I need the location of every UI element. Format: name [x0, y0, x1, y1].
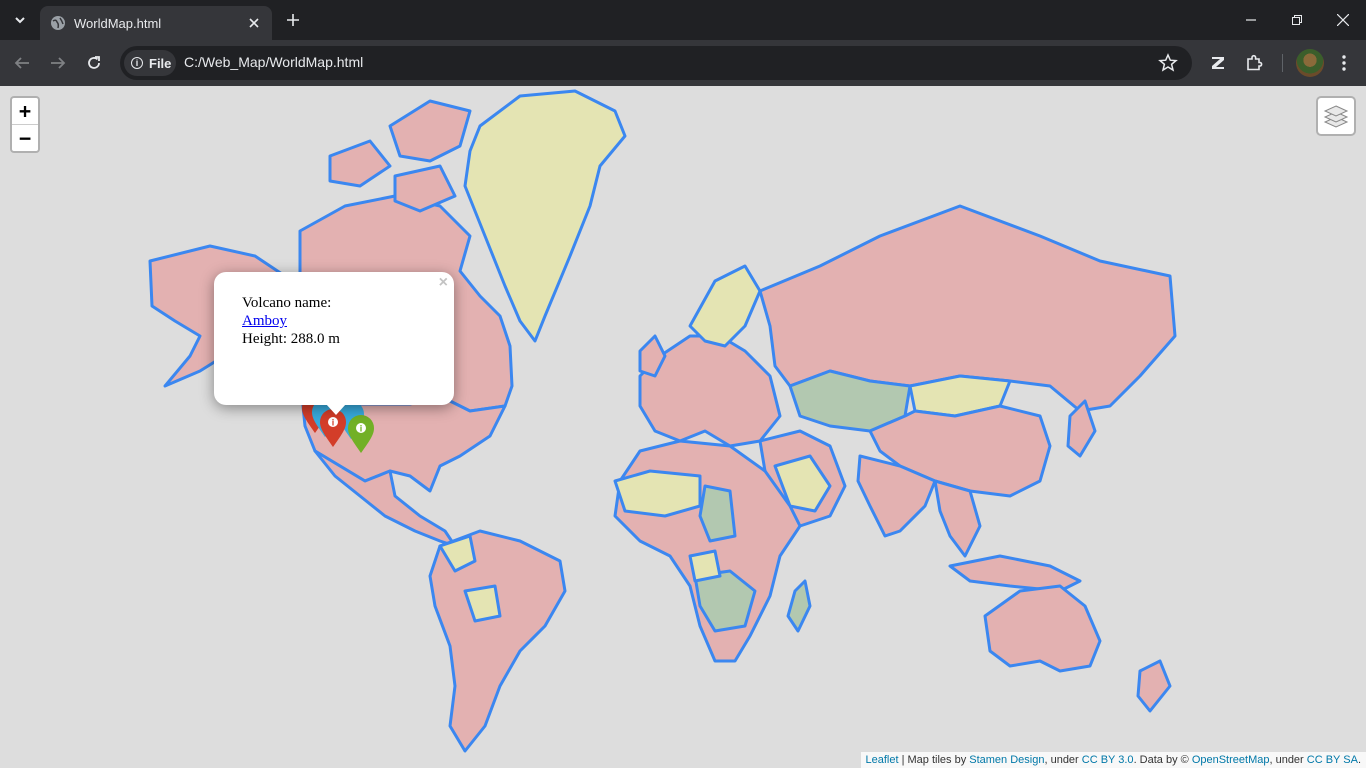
svg-text:i: i: [360, 424, 363, 434]
site-info-chip[interactable]: i File: [124, 50, 176, 76]
map-marker-icon: i: [348, 415, 374, 453]
site-info-label: File: [149, 55, 172, 71]
kebab-menu-icon: [1342, 55, 1346, 71]
close-window-button[interactable]: [1320, 0, 1366, 40]
chevron-down-icon: [15, 17, 25, 24]
volcano-marker[interactable]: i: [346, 414, 376, 454]
attribution-text: | Map tiles by: [898, 754, 970, 766]
address-bar[interactable]: i File C:/Web_Map/WorldMap.html: [120, 46, 1192, 80]
globe-icon: [51, 16, 65, 30]
madagascar-region: [786, 579, 812, 633]
popup-label: Volcano name:: [242, 295, 332, 311]
cc-by-sa-link[interactable]: CC BY SA: [1307, 754, 1358, 766]
minimize-icon: [1246, 19, 1256, 21]
close-icon: [249, 18, 259, 28]
arctic-islands-region-2: [328, 139, 392, 188]
svg-text:i: i: [332, 418, 335, 428]
tab-close-button[interactable]: [244, 13, 264, 33]
new-tab-button[interactable]: [282, 9, 304, 31]
info-icon: i: [131, 57, 143, 69]
restore-icon: [1292, 15, 1302, 25]
popup-tip: [326, 404, 346, 415]
reload-button[interactable]: [82, 51, 106, 75]
zotero-icon: [1212, 57, 1224, 69]
sahel-region: [613, 469, 702, 518]
forward-button[interactable]: [46, 51, 70, 75]
attribution-text: , under: [1269, 754, 1307, 766]
browser-toolbar: i File C:/Web_Map/WorldMap.html: [0, 40, 1366, 86]
bookmark-star-icon[interactable]: [1158, 53, 1178, 73]
world-map[interactable]: [0, 86, 1366, 768]
layers-control-button[interactable]: [1316, 96, 1356, 136]
url-text[interactable]: C:/Web_Map/WorldMap.html: [184, 54, 363, 70]
volcano-name-link[interactable]: Amboy: [242, 313, 287, 329]
arctic-islands-region: [388, 99, 472, 163]
toolbar-divider: [1282, 54, 1283, 72]
volcano-popup: × Volcano name: Amboy Height: 288.0 m: [214, 272, 454, 415]
zoom-control: + −: [10, 96, 40, 153]
puzzle-icon: [1247, 54, 1263, 71]
popup-close-button[interactable]: ×: [439, 274, 448, 292]
zoom-in-button[interactable]: +: [12, 98, 38, 125]
volcano-height-text: Height: 288.0 m: [242, 331, 340, 347]
arctic-islands-region-3: [393, 164, 457, 213]
attribution-text: .: [1357, 754, 1361, 766]
stamen-link[interactable]: Stamen Design: [969, 754, 1044, 766]
cc-by-link[interactable]: CC BY 3.0: [1082, 754, 1134, 766]
profile-avatar[interactable]: [1296, 49, 1324, 77]
back-button[interactable]: [10, 51, 34, 75]
attribution-text: . Data by ©: [1133, 754, 1192, 766]
plus-icon: [287, 14, 299, 26]
arrow-left-icon: [14, 57, 29, 69]
reload-icon: [88, 56, 100, 69]
tab-title: WorldMap.html: [74, 15, 162, 31]
australia-region: [983, 584, 1102, 673]
minimize-button[interactable]: [1228, 0, 1274, 40]
map-attribution: Leaflet | Map tiles by Stamen Design, un…: [860, 752, 1366, 768]
layers-icon: [1323, 105, 1349, 128]
tab-worldmap[interactable]: WorldMap.html: [40, 6, 272, 40]
attribution-text: , under: [1044, 754, 1082, 766]
extensions-button[interactable]: [1242, 51, 1266, 75]
restore-button[interactable]: [1274, 0, 1320, 40]
zoom-out-button[interactable]: −: [12, 125, 38, 151]
leaflet-link[interactable]: Leaflet: [866, 754, 899, 766]
zotero-extension-button[interactable]: [1206, 51, 1230, 75]
osm-link[interactable]: OpenStreetMap: [1192, 754, 1270, 766]
angola-region: [688, 549, 722, 583]
tab-strip: WorldMap.html: [0, 0, 1366, 40]
popup-content: Volcano name: Amboy Height: 288.0 m: [242, 294, 340, 348]
map-container[interactable]: i i + − × Volcano name: Amboy Height: 28…: [0, 86, 1366, 768]
arrow-right-icon: [51, 57, 66, 69]
close-icon: [1337, 14, 1349, 26]
menu-button[interactable]: [1332, 51, 1356, 75]
tab-search-button[interactable]: [8, 8, 32, 32]
scandinavia-region: [688, 264, 762, 348]
new-zealand-region: [1136, 659, 1172, 713]
central-africa-region: [698, 484, 737, 543]
